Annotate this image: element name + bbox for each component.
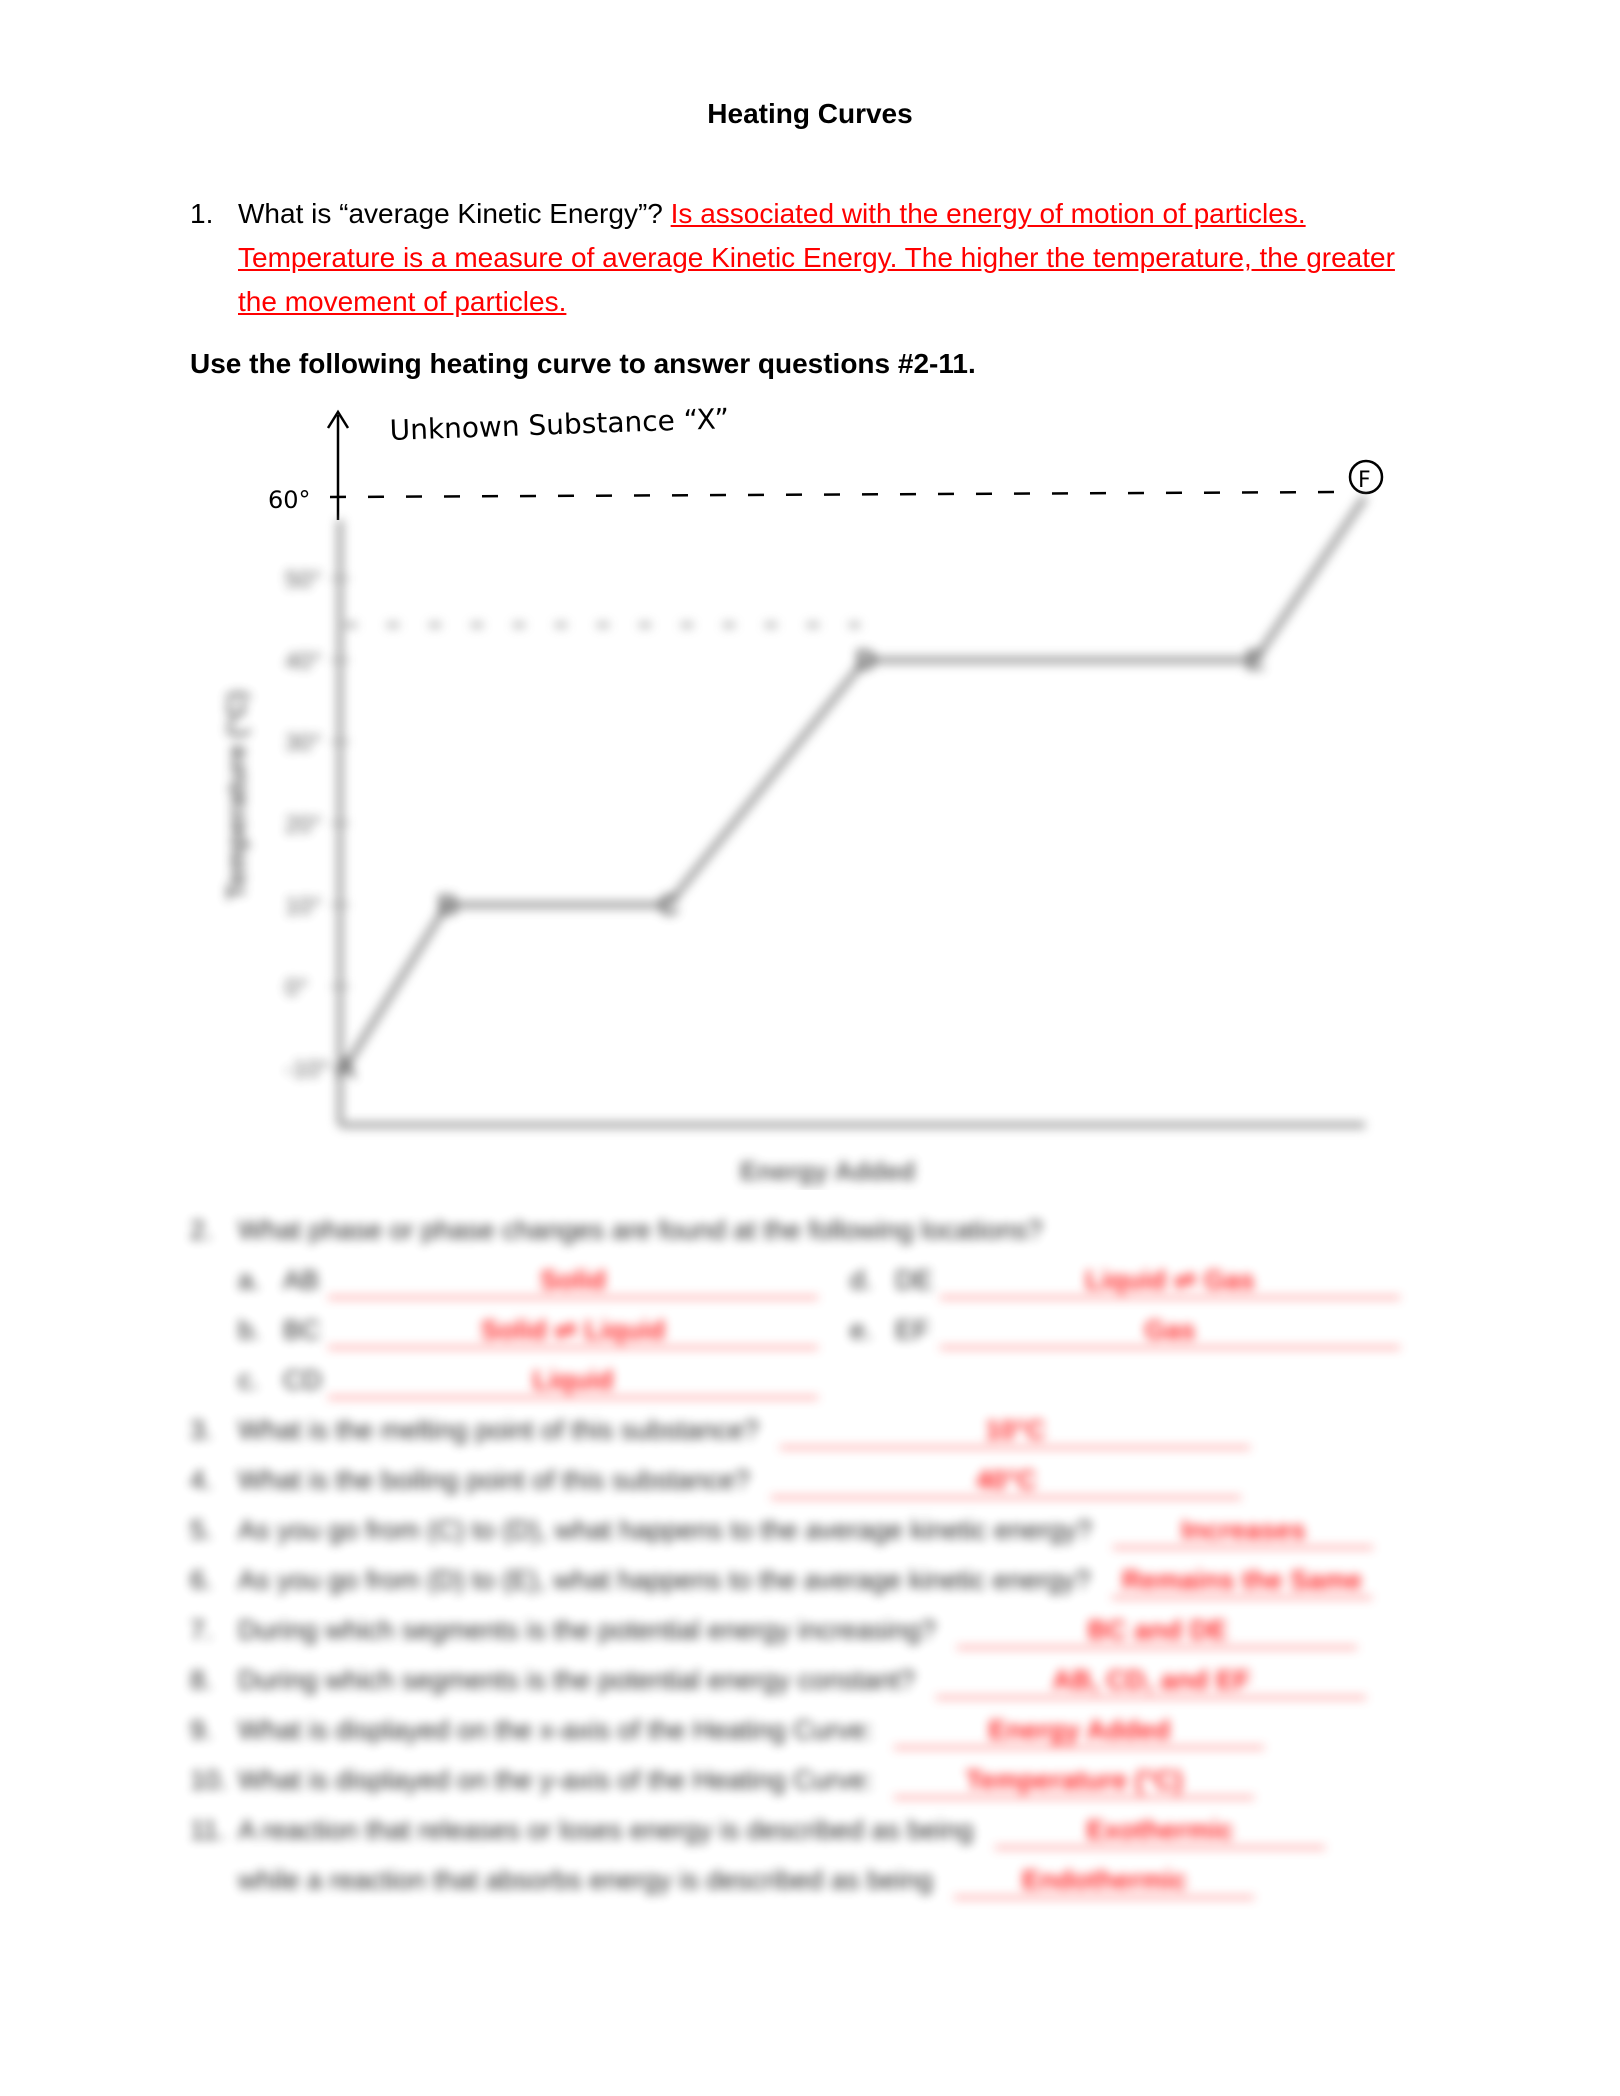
heating-curve-line bbox=[341, 494, 1369, 1071]
question-text: while a reaction that absorbs energy is … bbox=[238, 1865, 933, 1895]
question-text: What is displayed on the x-axis of the H… bbox=[238, 1715, 873, 1745]
item-letter: d. bbox=[850, 1265, 873, 1295]
q2-item-d: d. DE Liquid ⇌ Gas bbox=[850, 1265, 1400, 1299]
question-11: 11. A reaction that releases or loses ene… bbox=[190, 1815, 1325, 1849]
answer-text: Energy Added bbox=[894, 1715, 1265, 1749]
chart-body: -10° 0° 10° 20° 30° 40° 50° A B C D E Temperature … bbox=[221, 494, 1369, 1186]
y-axis-label: Temperature (°C) bbox=[221, 691, 251, 900]
item-letter: b. bbox=[238, 1315, 261, 1345]
y-tick-label: 10° bbox=[285, 893, 321, 920]
instruction: Use the following heating curve to answe… bbox=[190, 348, 976, 379]
question-text: As you go from (D) to (E), what happens … bbox=[238, 1565, 1091, 1595]
question-text: During which segments is the potential e… bbox=[238, 1665, 915, 1695]
chart-title: Unknown Substance “X” bbox=[389, 402, 730, 447]
point-A-label: A bbox=[335, 1052, 357, 1085]
item-letter: e. bbox=[850, 1315, 873, 1345]
y-tick-label: 20° bbox=[285, 811, 321, 838]
item-segment: EF bbox=[895, 1315, 930, 1345]
question-text: A reaction that releases or loses energy… bbox=[238, 1815, 974, 1845]
answer-text: Endothermic bbox=[954, 1865, 1255, 1899]
item-segment: BC bbox=[283, 1315, 321, 1345]
q2-item-b: b. BC Solid ⇌ Liquid bbox=[238, 1315, 818, 1349]
question-number: 8. bbox=[190, 1665, 213, 1695]
question-number: 7. bbox=[190, 1615, 213, 1645]
item-letter: c. bbox=[238, 1365, 260, 1395]
question-5: 5. As you go from (C) to (D), what happen… bbox=[190, 1515, 1374, 1549]
item-segment: AB bbox=[283, 1265, 320, 1295]
question-number: 4. bbox=[190, 1465, 213, 1495]
question-number: 3. bbox=[190, 1415, 213, 1445]
question-10: 10. What is displayed on the y-axis of th… bbox=[190, 1765, 1255, 1799]
dashed-60-line bbox=[329, 490, 1346, 499]
question-text: What phase or phase changes are found at… bbox=[238, 1215, 1043, 1245]
question-9: 9. What is displayed on the x-axis of the… bbox=[190, 1715, 1265, 1749]
point-C-label: C bbox=[658, 889, 680, 922]
question-6: 6. As you go from (D) to (E), what happen… bbox=[190, 1565, 1372, 1599]
answer-text: Exothermic bbox=[994, 1815, 1325, 1849]
point-F-label: F bbox=[1358, 468, 1371, 493]
chart-top: Unknown Substance “X” 60° F bbox=[268, 402, 1384, 520]
question-number: 11. bbox=[190, 1815, 226, 1845]
answer-text: Increases bbox=[1113, 1515, 1374, 1549]
question-text: What is displayed on the y-axis of the H… bbox=[238, 1765, 873, 1795]
answer-text: Temperature (°C) bbox=[894, 1765, 1255, 1799]
question-2: 2. What phase or phase changes are found … bbox=[190, 1215, 1043, 1246]
point-D-label: D bbox=[855, 644, 877, 677]
question-number: 9. bbox=[190, 1715, 213, 1745]
question-number: 10. bbox=[190, 1765, 228, 1795]
y-tick-60: 60° bbox=[268, 486, 311, 514]
point-E-label: E bbox=[1245, 644, 1265, 677]
q2-item-a: a. AB Solid bbox=[238, 1265, 818, 1299]
question-text: What is the boiling point of this substa… bbox=[238, 1465, 750, 1495]
question-number: 1. bbox=[190, 198, 214, 229]
y-tick-label: 0° bbox=[285, 974, 308, 1001]
answer-text: Solid ⇌ Liquid bbox=[328, 1315, 818, 1349]
y-tick-label: 50° bbox=[285, 567, 321, 594]
q2-item-c: c. CD Liquid bbox=[238, 1365, 818, 1399]
answer-text: Gas bbox=[940, 1315, 1400, 1349]
page-title: Heating Curves bbox=[707, 98, 913, 129]
heating-curve-chart: Unknown Substance “X” 60° F -10° 0° 10° 20°… bbox=[221, 402, 1384, 1186]
answer-text: 40°C bbox=[771, 1465, 1242, 1499]
question-number: 6. bbox=[190, 1565, 213, 1595]
question-number: 5. bbox=[190, 1515, 213, 1545]
question-text: During which segments is the potential e… bbox=[238, 1615, 936, 1645]
q2-item-e: e. EF Gas bbox=[850, 1315, 1400, 1349]
question-3: 3. What is the melting point of this subs… bbox=[190, 1415, 1251, 1449]
question-text: What is “average Kinetic Energy”? bbox=[238, 198, 663, 229]
y-tick-label: 40° bbox=[285, 648, 321, 675]
answer-text: Liquid ⇌ Gas bbox=[940, 1265, 1400, 1299]
question-number: 2. bbox=[190, 1215, 213, 1245]
question-text: As you go from (C) to (D), what happens … bbox=[238, 1515, 1092, 1545]
answer-text: Solid bbox=[328, 1265, 818, 1299]
y-tick-label: 30° bbox=[285, 730, 321, 757]
item-segment: CD bbox=[283, 1365, 322, 1395]
question-4: 4. What is the boiling point of this subs… bbox=[190, 1465, 1242, 1499]
answer-text: 10°C bbox=[780, 1415, 1251, 1449]
question-text: What is the melting point of this substa… bbox=[238, 1415, 759, 1445]
answer-text: Liquid bbox=[328, 1365, 818, 1399]
question-7: 7. During which segments is the potential… bbox=[190, 1615, 1358, 1649]
point-B-label: B bbox=[437, 889, 459, 922]
x-axis-label: Energy Added bbox=[740, 1156, 915, 1186]
question-11-continued: while a reaction that absorbs energy is … bbox=[190, 1865, 1255, 1899]
question-8: 8. During which segments is the potential… bbox=[190, 1665, 1367, 1699]
answer-text: Remains the Same bbox=[1111, 1565, 1372, 1599]
answer-text: BC and DE bbox=[957, 1615, 1358, 1649]
question-1: 1. What is “average Kinetic Energy”? Is … bbox=[190, 192, 1440, 324]
item-segment: DE bbox=[895, 1265, 933, 1295]
answer-text: AB, CD, and EF bbox=[936, 1665, 1367, 1699]
y-tick-label: -10° bbox=[285, 1056, 329, 1083]
item-letter: a. bbox=[238, 1265, 261, 1295]
